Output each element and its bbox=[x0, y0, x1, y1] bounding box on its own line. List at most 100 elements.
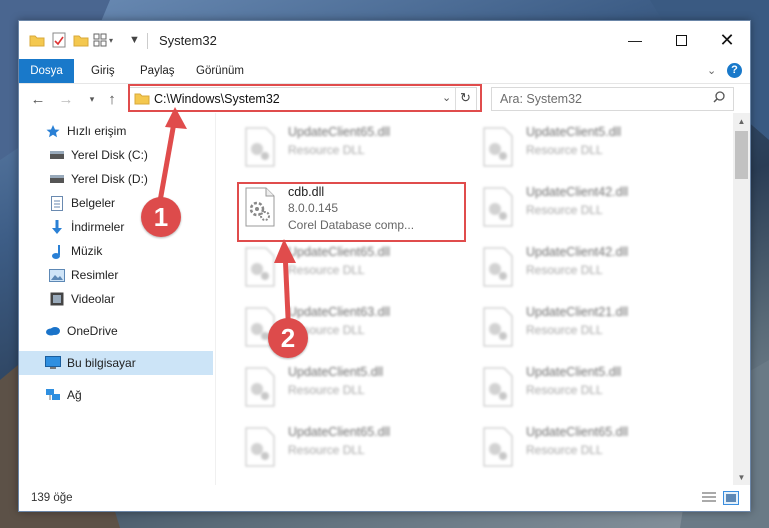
list-item[interactable]: UpdateClient5.dll Resource DLL bbox=[236, 361, 456, 415]
drive-icon bbox=[49, 147, 65, 163]
nav-label: İndirmeler bbox=[71, 220, 125, 234]
scroll-thumb[interactable] bbox=[735, 131, 748, 179]
tab-home[interactable]: Giriş bbox=[91, 59, 115, 83]
customize-toolbar-icon[interactable]: ▼ bbox=[129, 32, 140, 48]
search-icon[interactable] bbox=[713, 91, 725, 106]
nav-label: Yerel Disk (C:) bbox=[71, 148, 148, 162]
expand-ribbon-icon[interactable]: ⌄ bbox=[707, 64, 716, 77]
list-item[interactable]: UpdateClient42.dll Resource DLL bbox=[474, 181, 694, 235]
nav-item-music[interactable]: Müzik 📌 bbox=[19, 239, 243, 263]
nav-label: Belgeler bbox=[71, 196, 116, 210]
nav-item-videos[interactable]: Videolar 📌 bbox=[19, 287, 243, 311]
file-highlight bbox=[237, 182, 466, 242]
large-icons-view-icon[interactable] bbox=[723, 491, 739, 505]
file-name: UpdateClient65.dll bbox=[288, 125, 391, 139]
search-box[interactable]: Ara: System32 bbox=[491, 87, 734, 111]
nav-item-documents[interactable]: Belgeler 📌 bbox=[19, 191, 243, 215]
window-title: System32 bbox=[159, 33, 217, 48]
pictures-icon bbox=[49, 267, 65, 283]
up-button[interactable]: ↑ bbox=[101, 88, 123, 110]
dll-file-icon bbox=[483, 247, 513, 287]
list-item[interactable]: UpdateClient5.dll Resource DLL bbox=[474, 361, 694, 415]
videos-icon bbox=[49, 291, 65, 307]
nav-label: Bu bilgisayar bbox=[67, 356, 136, 370]
list-item[interactable]: UpdateClient65.dll Resource DLL bbox=[474, 421, 694, 475]
file-type: Resource DLL bbox=[526, 443, 603, 457]
list-item[interactable]: UpdateClient21.dll Resource DLL bbox=[474, 301, 694, 355]
file-name: UpdateClient65.dll bbox=[526, 425, 629, 439]
file-name: UpdateClient21.dll bbox=[526, 305, 629, 319]
file-type: Resource DLL bbox=[288, 143, 365, 157]
scroll-up-icon[interactable]: ▲ bbox=[733, 113, 750, 129]
nav-label: OneDrive bbox=[67, 324, 118, 338]
nav-label: Yerel Disk (D:) bbox=[71, 172, 148, 186]
step-1-badge: 1 bbox=[141, 197, 181, 237]
help-icon[interactable]: ? bbox=[727, 63, 742, 78]
computer-icon bbox=[45, 355, 61, 371]
music-icon bbox=[49, 243, 65, 259]
dll-file-icon bbox=[483, 187, 513, 227]
ribbon-tabs: Dosya Giriş Paylaş Görünüm ⌄ ? bbox=[19, 59, 750, 113]
separator bbox=[147, 33, 148, 49]
dll-file-icon bbox=[483, 127, 513, 167]
explorer-window: ▾ ▼ System32 — ✕ Dosya Giriş Paylaş Görü… bbox=[18, 20, 751, 512]
list-item[interactable]: UpdateClient42.dll Resource DLL bbox=[474, 241, 694, 295]
list-item[interactable]: UpdateClient5.dll Resource DLL bbox=[474, 121, 694, 175]
scroll-down-icon[interactable]: ▼ bbox=[733, 469, 750, 485]
tab-share[interactable]: Paylaş bbox=[140, 59, 175, 83]
nav-item-local-disk-d[interactable]: Yerel Disk (D:) 📌 bbox=[19, 167, 243, 191]
file-name: UpdateClient42.dll bbox=[526, 185, 629, 199]
folder-icon bbox=[29, 32, 45, 48]
list-item[interactable]: UpdateClient65.dll Resource DLL bbox=[236, 121, 456, 175]
nav-this-pc[interactable]: Bu bilgisayar bbox=[19, 351, 213, 375]
dll-file-icon bbox=[483, 307, 513, 347]
file-type: Resource DLL bbox=[526, 203, 603, 217]
file-name: UpdateClient42.dll bbox=[526, 245, 629, 259]
nav-item-downloads[interactable]: İndirmeler 📌 bbox=[19, 215, 243, 239]
star-icon bbox=[45, 123, 61, 139]
file-type: Resource DLL bbox=[288, 383, 365, 397]
properties-icon[interactable] bbox=[51, 32, 67, 48]
list-item[interactable]: UpdateClient65.dll Resource DLL bbox=[236, 421, 456, 475]
tab-view[interactable]: Görünüm bbox=[196, 59, 244, 83]
nav-item-pictures[interactable]: Resimler 📌 bbox=[19, 263, 243, 287]
file-type: Resource DLL bbox=[526, 383, 603, 397]
vertical-scrollbar[interactable]: ▲ ▼ bbox=[733, 113, 750, 485]
recent-locations-icon[interactable]: ▾ bbox=[81, 88, 103, 110]
file-type: Resource DLL bbox=[526, 323, 603, 337]
nav-label: Hızlı erişim bbox=[67, 124, 127, 138]
forward-button[interactable]: → bbox=[55, 88, 77, 110]
file-name: UpdateClient5.dll bbox=[526, 125, 622, 139]
nav-network[interactable]: Ağ bbox=[19, 383, 239, 407]
nav-onedrive[interactable]: OneDrive bbox=[19, 319, 239, 343]
file-name: UpdateClient65.dll bbox=[288, 425, 391, 439]
minimize-button[interactable]: — bbox=[612, 21, 658, 59]
maximize-button[interactable] bbox=[658, 21, 704, 59]
nav-label: Resimler bbox=[71, 268, 119, 282]
nav-label: Ağ bbox=[67, 388, 82, 402]
new-folder-icon[interactable] bbox=[73, 32, 89, 48]
file-type: Resource DLL bbox=[526, 143, 603, 157]
download-icon bbox=[49, 219, 65, 235]
search-input[interactable]: Ara: System32 bbox=[500, 92, 582, 106]
step-2-badge: 2 bbox=[268, 318, 308, 358]
dll-file-icon bbox=[245, 127, 275, 167]
view-options-icon[interactable]: ▾ bbox=[93, 32, 113, 48]
dll-file-icon bbox=[483, 367, 513, 407]
item-count: 139 öğe bbox=[31, 492, 73, 504]
back-button[interactable]: ← bbox=[27, 88, 49, 110]
drive-icon bbox=[49, 171, 65, 187]
cloud-icon bbox=[45, 323, 61, 339]
title-bar: ▾ ▼ System32 — ✕ bbox=[19, 21, 750, 59]
details-view-icon[interactable] bbox=[702, 491, 716, 503]
nav-label: Videolar bbox=[71, 292, 115, 306]
file-name: UpdateClient5.dll bbox=[526, 365, 622, 379]
file-type: Resource DLL bbox=[526, 263, 603, 277]
file-name: UpdateClient5.dll bbox=[288, 365, 384, 379]
network-icon bbox=[45, 387, 61, 403]
dll-file-icon bbox=[483, 427, 513, 467]
status-bar: 139 öğe bbox=[19, 485, 750, 510]
close-button[interactable]: ✕ bbox=[704, 21, 750, 59]
nav-quick-access[interactable]: Hızlı erişim bbox=[19, 119, 239, 143]
nav-item-local-disk-c[interactable]: Yerel Disk (C:) 📌 bbox=[19, 143, 243, 167]
